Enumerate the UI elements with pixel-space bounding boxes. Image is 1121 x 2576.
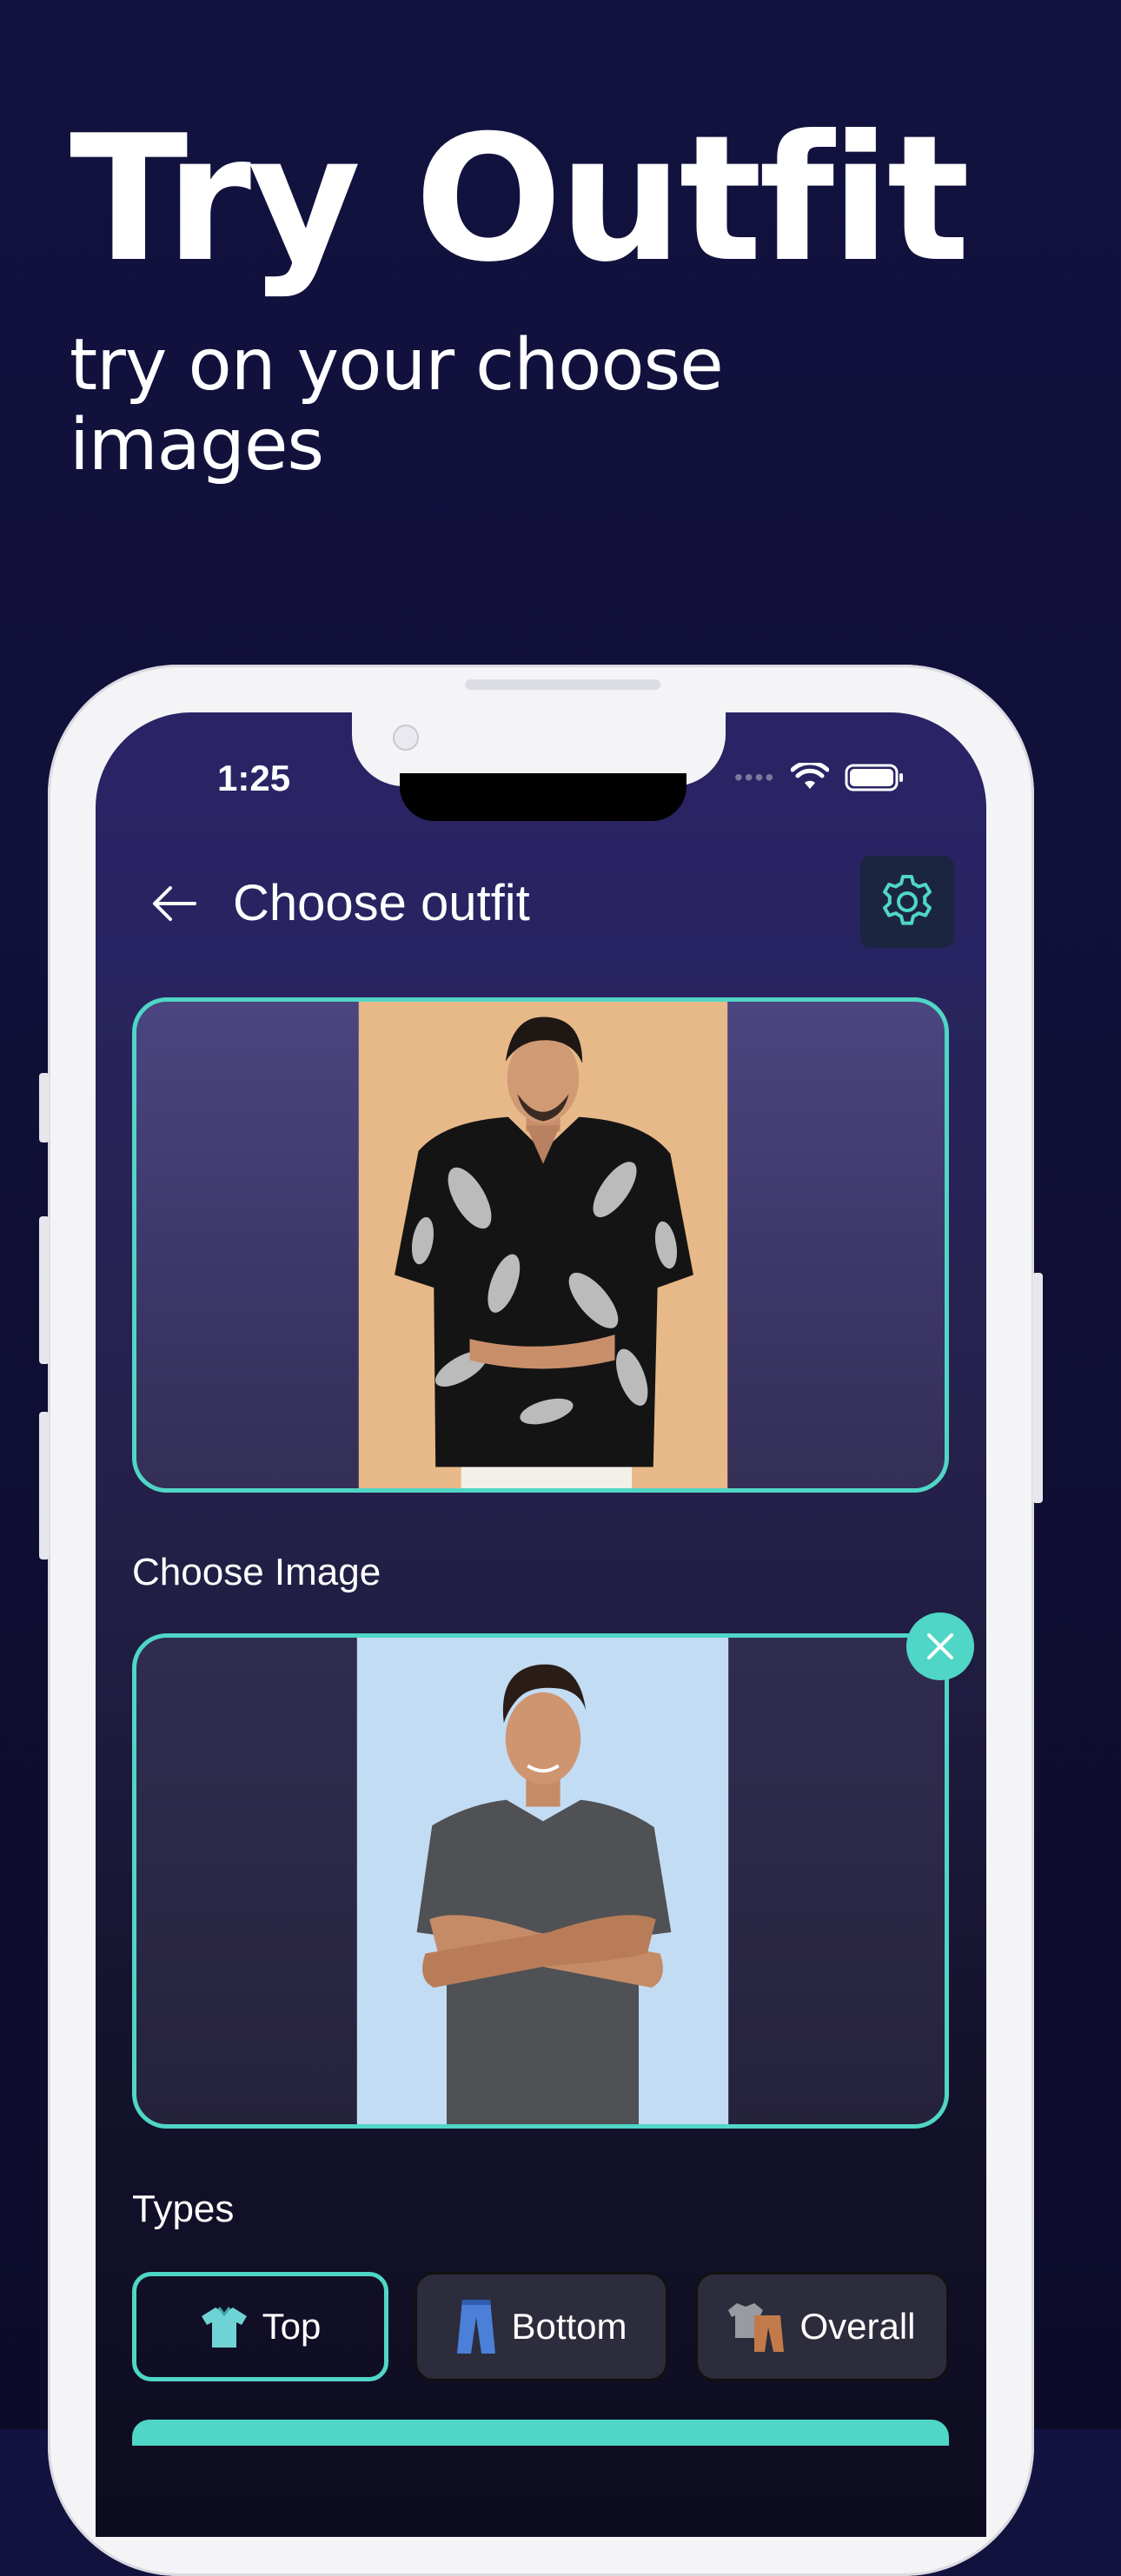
outfit-icon [728, 2303, 785, 2352]
tshirt-icon [201, 2307, 247, 2348]
type-bottom-label: Bottom [511, 2306, 627, 2347]
page-title: Choose outfit [233, 875, 530, 931]
nav-bar [96, 834, 986, 982]
promo-subhead-line2: images [70, 404, 324, 487]
promo-subhead: try on your choose images [70, 326, 852, 486]
phone-side-button [39, 1412, 50, 1560]
signal-icon: •••• [734, 764, 776, 791]
phone-side-button [1032, 1273, 1043, 1503]
app-screen [96, 712, 986, 2537]
back-arrow-icon[interactable] [148, 877, 200, 930]
promo-subhead-line1: try on your choose [70, 324, 724, 407]
types-label: Types [132, 2188, 235, 2230]
remove-image-button[interactable] [906, 1612, 974, 1680]
status-icons: •••• [734, 763, 905, 792]
type-overall-button[interactable]: Overall [695, 2272, 949, 2381]
status-time: 1:25 [217, 758, 291, 798]
type-bottom-button[interactable]: Bottom [415, 2272, 668, 2381]
dynamic-island [400, 773, 687, 821]
phone-camera [393, 725, 419, 751]
wifi-icon [791, 763, 830, 789]
person-image-frame[interactable] [132, 1633, 949, 2129]
promo-headline: Try Outfit [70, 98, 970, 301]
choose-image-label: Choose Image [132, 1551, 381, 1593]
primary-action-button[interactable] [132, 2420, 949, 2446]
close-icon [927, 1633, 953, 1659]
outfit-photo [358, 1002, 728, 1488]
type-top-label: Top [262, 2306, 322, 2347]
person-photo [356, 1638, 729, 2124]
jeans-icon [457, 2300, 496, 2354]
phone-speaker [465, 679, 660, 690]
phone-side-button [39, 1073, 50, 1142]
outfit-image-frame[interactable] [132, 997, 949, 1493]
type-overall-label: Overall [799, 2306, 916, 2347]
phone-side-button [39, 1216, 50, 1364]
type-top-button[interactable]: Top [132, 2272, 388, 2381]
settings-button[interactable] [860, 856, 954, 948]
gear-icon [883, 875, 932, 925]
battery-icon [845, 764, 904, 791]
